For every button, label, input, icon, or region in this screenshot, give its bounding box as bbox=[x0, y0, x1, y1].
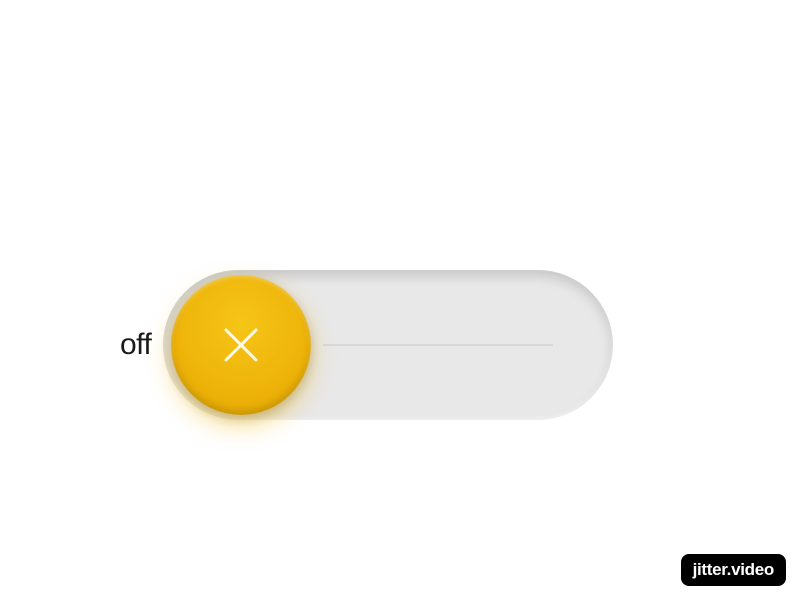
toggle-switch-container: off bbox=[120, 270, 613, 420]
toggle-state-label: off bbox=[120, 328, 151, 362]
toggle-switch[interactable] bbox=[163, 270, 613, 420]
toggle-track-line bbox=[323, 345, 553, 346]
toggle-knob[interactable] bbox=[171, 275, 311, 415]
x-icon bbox=[216, 320, 266, 370]
watermark-badge: jitter.video bbox=[681, 554, 786, 586]
